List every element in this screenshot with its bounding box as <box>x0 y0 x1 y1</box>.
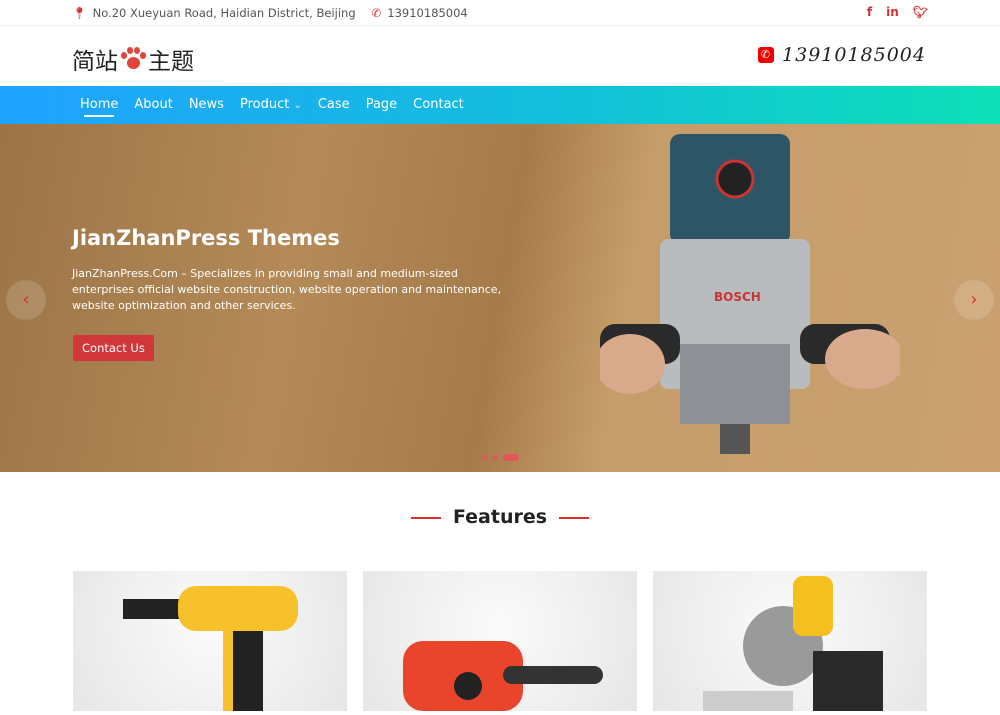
location-icon: 📍︎ <box>72 6 87 20</box>
header-phone-number: 13910185004 <box>782 44 926 66</box>
features-heading: Features <box>0 506 1000 528</box>
slide-dot[interactable] <box>481 454 488 461</box>
phone-icon: ✆ <box>371 6 382 20</box>
slider-pagination <box>481 454 519 461</box>
nav-home[interactable]: Home <box>72 86 126 124</box>
nav-page[interactable]: Page <box>358 86 405 124</box>
hero-text: JianZhanPress.Com – Specializes in provi… <box>72 267 502 312</box>
miter-saw-image <box>703 576 883 711</box>
header: 简站 主题 ✆ 13910185004 <box>0 26 1000 86</box>
topbar-phone: 13910185004 <box>387 6 468 20</box>
product-card-chainsaw[interactable] <box>363 571 637 711</box>
logo-text-right: 主题 <box>148 49 194 75</box>
contact-us-button[interactable]: Contact Us <box>73 335 154 361</box>
prev-slide-arrow-icon[interactable]: ‹ <box>6 280 46 320</box>
slide-dot-active[interactable] <box>503 454 519 461</box>
facebook-icon[interactable]: f <box>867 5 872 19</box>
product-card-drill[interactable] <box>73 571 347 711</box>
hero-title: JianZhanPress Themes <box>72 226 340 250</box>
address-text: No.20 Xueyuan Road, Haidian District, Be… <box>92 6 356 20</box>
paw-icon <box>119 45 147 73</box>
divider <box>410 516 441 519</box>
nav-contact[interactable]: Contact <box>405 86 472 124</box>
nav-product[interactable]: Product ⌄ <box>232 86 310 124</box>
drill-image <box>123 586 298 711</box>
main-nav: Home About News Product ⌄ Case Page Cont… <box>0 86 1000 124</box>
phone-icon: ✆ <box>758 47 775 63</box>
next-slide-arrow-icon[interactable]: › <box>954 280 994 320</box>
product-card-miter-saw[interactable] <box>653 571 927 711</box>
header-phone: ✆ 13910185004 <box>758 44 926 66</box>
bosch-logo: BOSCH <box>714 290 761 304</box>
chainsaw-image <box>403 641 603 711</box>
logo-text-left: 简站 <box>72 49 118 75</box>
chevron-down-icon: ⌄ <box>293 100 302 111</box>
top-bar: 📍︎ No.20 Xueyuan Road, Haidian District,… <box>0 0 1000 26</box>
nav-news[interactable]: News <box>181 86 232 124</box>
nav-case[interactable]: Case <box>310 86 358 124</box>
nav-about[interactable]: About <box>126 86 180 124</box>
logo[interactable]: 简站 主题 <box>72 42 194 76</box>
twitter-icon[interactable]: 🐦︎ <box>913 5 928 19</box>
hero-slider: BOSCH JianZhanPress Themes JianZhanPress… <box>0 124 1000 472</box>
linkedin-icon[interactable]: in <box>886 5 899 19</box>
nav-product-label: Product <box>239 97 290 112</box>
divider <box>559 516 590 519</box>
features-title: Features <box>452 506 548 528</box>
slide-dot[interactable] <box>492 454 499 461</box>
router-tool-image: BOSCH <box>600 134 900 454</box>
